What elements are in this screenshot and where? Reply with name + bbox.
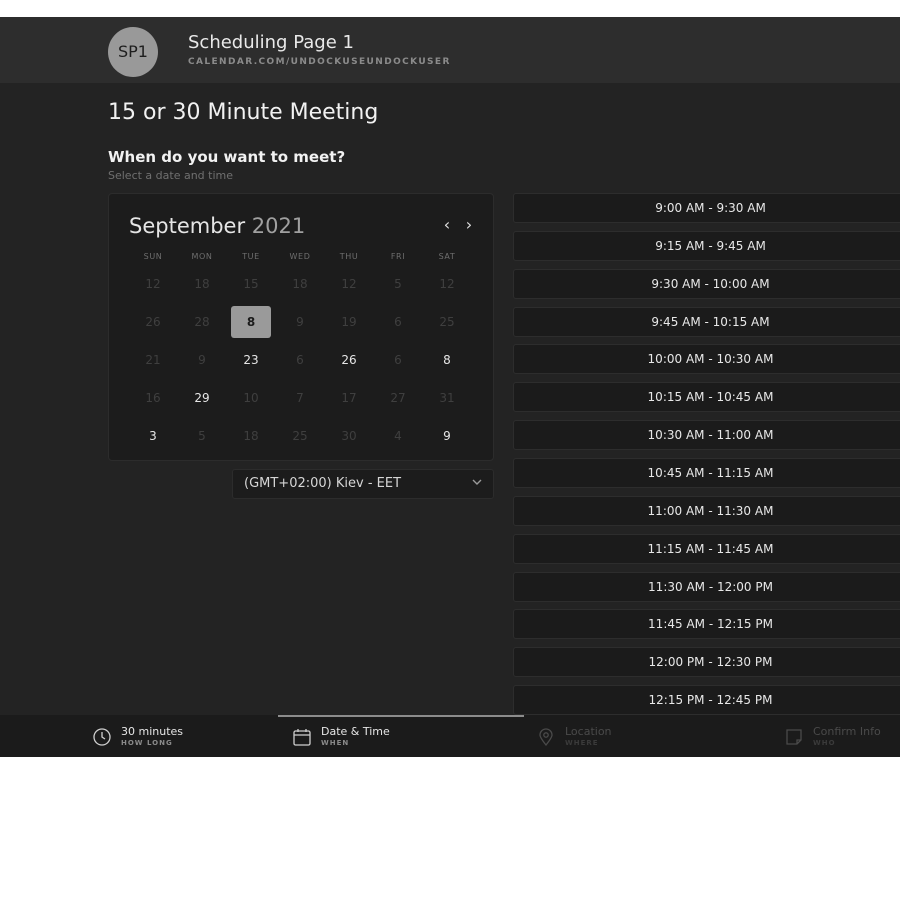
calendar-day-unavailable: 16 (145, 391, 161, 405)
scheduling-page-name: Scheduling Page 1 (188, 32, 354, 53)
calendar-day-available[interactable]: 26 (329, 344, 369, 376)
calendar-day-unavailable: 19 (341, 315, 357, 329)
calendar-day-unavailable: 18 (194, 277, 210, 291)
time-slot-button[interactable]: 9:15 AM - 9:45 AM (513, 231, 900, 261)
calendar-day-unavailable: 15 (243, 277, 259, 291)
scheduling-page-url: CALENDAR.COM/UNDOCKUSEUNDOCKUSER (188, 57, 451, 67)
month-label: September (129, 214, 246, 238)
calendar-day-unavailable: 17 (341, 391, 357, 405)
calendar-icon (293, 729, 311, 746)
calendar-day-unavailable: 7 (296, 391, 304, 405)
scheduling-app: SP1 Scheduling Page 1 CALENDAR.COM/UNDOC… (0, 17, 900, 757)
calendar-day-available[interactable]: 29 (182, 382, 222, 414)
time-slot-button[interactable]: 9:30 AM - 10:00 AM (513, 269, 900, 299)
calendar-day-unavailable: 6 (296, 353, 304, 367)
time-slot-button[interactable]: 10:00 AM - 10:30 AM (513, 344, 900, 374)
time-slot-button[interactable]: 10:30 AM - 11:00 AM (513, 420, 900, 450)
step-progress-footer: 30 minutes HOW LONG Date & Time WHEN Loc… (0, 715, 900, 757)
clock-icon (93, 728, 111, 746)
calendar-day-unavailable: 25 (292, 429, 308, 443)
weekday-label: FRI (390, 252, 406, 261)
step-title: 30 minutes (121, 725, 184, 738)
weekday-label: SAT (438, 252, 456, 261)
calendar-day-unavailable: 10 (243, 391, 259, 405)
calendar-day-available[interactable]: 9 (427, 420, 467, 452)
calendar-day-available[interactable]: 8 (427, 344, 467, 376)
calendar-day-unavailable: 18 (243, 429, 259, 443)
step-subtitle: WHERE (565, 739, 599, 747)
note-icon (786, 729, 802, 745)
calendar-day-available[interactable]: 23 (231, 344, 271, 376)
calendar-day-unavailable: 12 (439, 277, 455, 291)
calendar-day-unavailable: 5 (198, 429, 206, 443)
time-slot-button[interactable]: 9:00 AM - 9:30 AM (513, 193, 900, 223)
calendar-day-unavailable: 9 (296, 315, 304, 329)
weekday-label: WED (289, 252, 311, 261)
time-slot-button[interactable]: 11:00 AM - 11:30 AM (513, 496, 900, 526)
calendar-day-unavailable: 12 (145, 277, 161, 291)
step-title: Location (565, 725, 612, 738)
time-slot-button[interactable]: 10:15 AM - 10:45 AM (513, 382, 900, 412)
weekday-label: SUN (143, 252, 163, 261)
step-title: Date & Time (321, 725, 390, 738)
calendar-day-unavailable: 4 (394, 429, 402, 443)
step-subtitle: HOW LONG (121, 739, 173, 747)
calendar-day-unavailable: 9 (198, 353, 206, 367)
calendar-day-unavailable: 5 (394, 277, 402, 291)
weekday-label: MON (191, 252, 213, 261)
time-slot-button[interactable]: 11:15 AM - 11:45 AM (513, 534, 900, 564)
calendar-day-unavailable: 12 (341, 277, 357, 291)
calendar-day-unavailable: 25 (439, 315, 455, 329)
avatar: SP1 (108, 27, 158, 77)
time-slot-button[interactable]: 12:15 PM - 12:45 PM (513, 685, 900, 715)
year-label: 2021 (251, 214, 306, 238)
calendar-day-selected[interactable]: 8 (231, 306, 271, 338)
weekday-label: TUE (242, 252, 260, 261)
step-title: Confirm Info (813, 725, 881, 738)
calendar-day-unavailable: 26 (145, 315, 161, 329)
location-pin-icon (539, 728, 553, 747)
timezone-select[interactable]: (GMT+02:00) Kiev - EET (232, 469, 494, 499)
calendar-day-unavailable: 6 (394, 315, 402, 329)
calendar-day-unavailable: 31 (439, 391, 455, 405)
time-slot-button[interactable]: 10:45 AM - 11:15 AM (513, 458, 900, 488)
progress-indicator (278, 715, 524, 717)
time-slot-button[interactable]: 11:45 AM - 12:15 PM (513, 609, 900, 639)
calendar-day-unavailable: 27 (390, 391, 406, 405)
time-slot-button[interactable]: 11:30 AM - 12:00 PM (513, 572, 900, 602)
timezone-value: (GMT+02:00) Kiev - EET (244, 476, 402, 491)
calendar-day-unavailable: 28 (194, 315, 210, 329)
calendar-day-unavailable: 6 (394, 353, 402, 367)
header-bar: SP1 Scheduling Page 1 CALENDAR.COM/UNDOC… (0, 17, 900, 83)
step-subtitle: WHO (813, 739, 836, 747)
step-subtitle: WHEN (321, 739, 350, 747)
next-month-button[interactable]: › (461, 214, 477, 236)
calendar-day-available[interactable]: 3 (133, 420, 173, 452)
calendar-day-unavailable: 18 (292, 277, 308, 291)
date-picker: September 2021 ‹ › SUN MON TUE WED THU FRI SAT… (108, 193, 494, 461)
weekday-label: THU (339, 252, 359, 261)
previous-month-button[interactable]: ‹ (439, 214, 455, 236)
section-subheading: Select a date and time (108, 169, 234, 182)
month-year-label: September 2021 (129, 214, 305, 238)
chevron-down-icon (472, 479, 482, 485)
time-slot-button[interactable]: 12:00 PM - 12:30 PM (513, 647, 900, 677)
section-heading: When do you want to meet? (108, 148, 346, 166)
meeting-title: 15 or 30 Minute Meeting (108, 100, 379, 125)
time-slot-button[interactable]: 9:45 AM - 10:15 AM (513, 307, 900, 337)
calendar-day-unavailable: 21 (145, 353, 161, 367)
calendar-day-unavailable: 30 (341, 429, 357, 443)
